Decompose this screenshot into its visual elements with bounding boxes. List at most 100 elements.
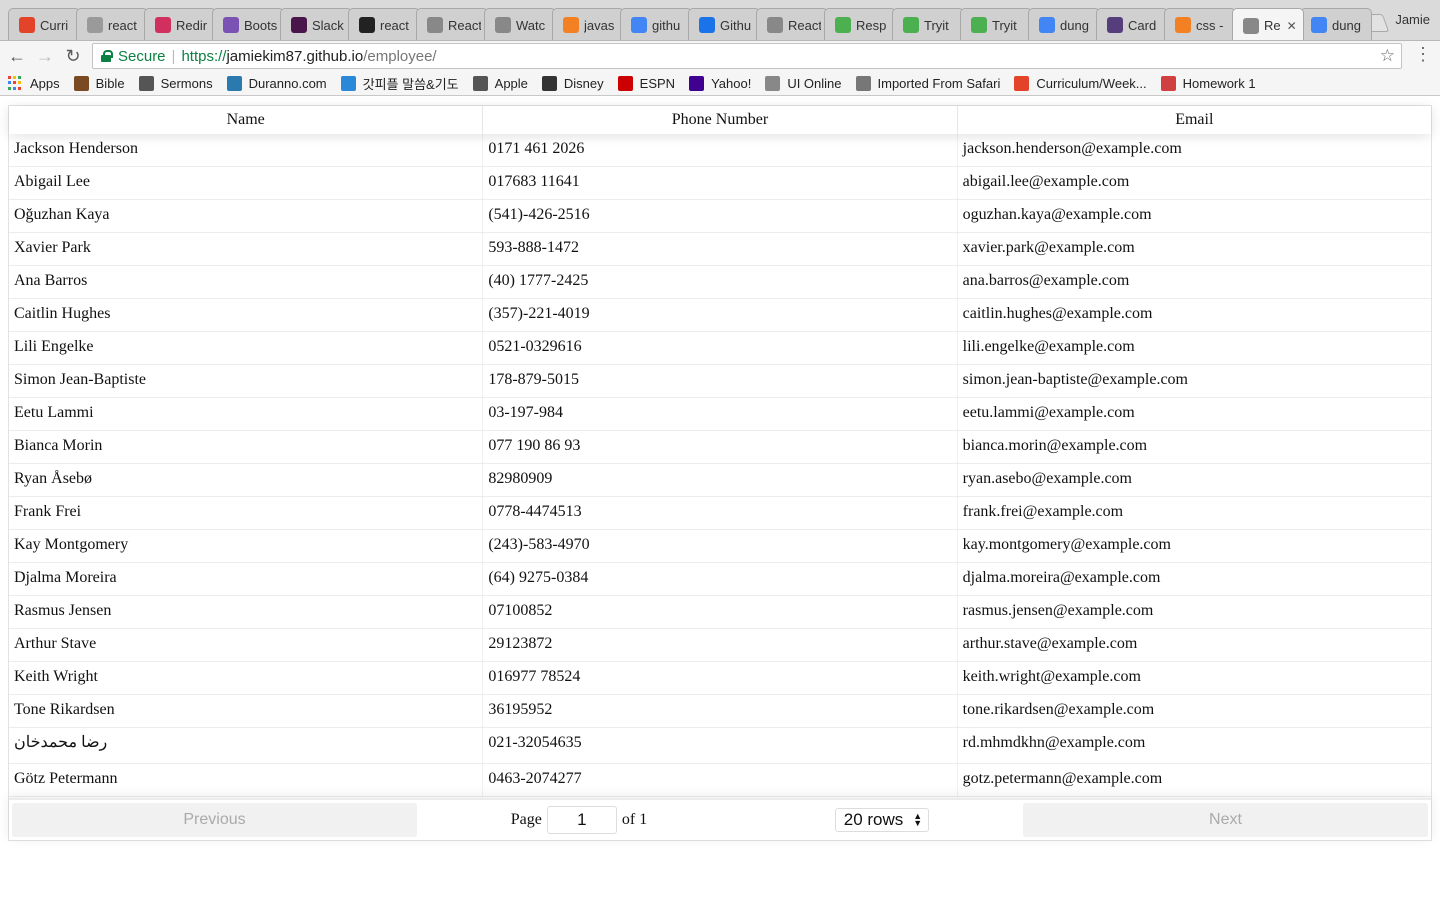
table-row[interactable]: Tone Rikardsen 36195952 tone.rikardsen@exa… [9,695,1431,728]
phone-cell: 016977 78524 [483,662,958,694]
bookmark-label: Apps [30,75,60,91]
bookmark-item[interactable]: Duranno.com [226,75,327,91]
table-row[interactable]: رضا محمدخان 021-32054635 rd.mhmdkhn@exampl… [9,728,1431,764]
table-row[interactable]: Arthur Stave 29123872 arthur.stave@example… [9,629,1431,662]
browser-tab[interactable]: Card [1096,8,1168,40]
forward-arrow-icon[interactable]: → [34,45,56,67]
email-cell: tone.rikardsen@example.com [962,701,1155,718]
bookmark-item[interactable]: Disney [541,75,604,91]
secure-label: Secure [118,47,166,65]
table-row[interactable]: Simon Jean-Baptiste 178-879-5015 simon.jea… [9,365,1431,398]
browser-tab[interactable]: Curri [8,8,80,40]
tab-label: Watc [516,17,546,33]
column-header-email[interactable]: Email [958,106,1431,134]
name-cell: Ana Barros [9,266,484,298]
email-cell: djalma.moreira@example.com [962,569,1161,586]
pagination-bar: Previous Page 1 of 1 20 rows ▲ ▼ Next [9,798,1431,840]
table-row[interactable]: Bianca Morin 077 190 86 93 bianca.morin@ex… [9,431,1431,464]
close-tab-icon[interactable]: ✕ [1287,19,1297,33]
name-cell: Oğuzhan Kaya [9,200,484,232]
browser-tab[interactable]: React [756,8,828,40]
bookmark-item[interactable]: UI Online [765,75,842,91]
browser-tab[interactable]: Tryit [892,8,964,40]
profile-button[interactable]: Jamie [1395,12,1430,27]
book-icon [73,75,89,91]
browser-menu-icon[interactable]: ⋮ [1414,44,1432,65]
table-row[interactable]: Ana Barros (40) 1777-2425 ana.barros@examp… [9,266,1431,299]
browser-tab-strip: Jamie Curri react Redir Boots Slack react Reac… [0,0,1440,41]
browser-tab[interactable]: Watc [484,8,556,40]
column-header-phone[interactable]: Phone Number [483,106,958,134]
bookmark-star-icon[interactable]: ☆ [1380,46,1395,66]
column-header-name[interactable]: Name [9,106,484,134]
table-row[interactable]: Oğuzhan Kaya (541)-426-2516 oguzhan.kaya@e… [9,200,1431,233]
browser-tab[interactable]: Resp [824,8,896,40]
yahoo-icon [689,75,705,91]
browser-tab[interactable]: React [416,8,488,40]
table-row[interactable]: Frank Frei 0778-4474513 frank.frei@example… [9,497,1431,530]
bookmark-item[interactable]: Apps [8,76,60,91]
table-row[interactable]: Götz Petermann 0463-2074277 gotz.petermann… [9,764,1431,797]
bookmark-item[interactable]: Bible [73,75,125,91]
browser-tab[interactable]: Re ✕ [1232,8,1304,40]
tab-label: react [380,17,409,33]
browser-tab[interactable]: dung [1028,8,1100,40]
email-cell: rd.mhmdkhn@example.com [962,734,1146,751]
table-row[interactable]: Eetu Lammi 03-197-984 eetu.lammi@example.c… [9,398,1431,431]
bookmark-item[interactable]: Sermons [138,75,213,91]
table-row[interactable]: Lili Engelke 0521-0329616 lili.engelke@exa… [9,332,1431,365]
table-row[interactable]: Jackson Henderson 0171 461 2026 jackson.he… [9,134,1431,167]
bookmark-item[interactable]: ESPN [617,75,676,91]
table-row[interactable]: Keith Wright 016977 78524 keith.wright@exa… [9,662,1431,695]
browser-tab[interactable]: Githu [688,8,760,40]
next-button[interactable]: Next [1023,803,1428,837]
email-cell: jackson.henderson@example.com [962,140,1182,157]
table-header: Name Phone Number Email [9,106,1431,134]
table-row[interactable]: Xavier Park 593-888-1472 xavier.park@examp… [9,233,1431,266]
address-bar[interactable]: Secure | https:// jamiekim87.github.io /… [92,43,1402,69]
page-number-input[interactable]: 1 [546,806,617,834]
browser-tab[interactable]: dung [1300,8,1372,40]
bookmark-item[interactable]: Apple [472,75,528,91]
bookmark-item[interactable]: Homework 1 [1160,75,1256,91]
tab-label: react [108,17,137,33]
tab-label: javas [584,17,615,33]
browser-tab[interactable]: githu [620,8,692,40]
browser-tab[interactable]: Slack [280,8,352,40]
bookmark-item[interactable]: Yahoo! [689,75,751,91]
bookmark-label: ESPN [639,75,676,91]
table-row[interactable]: Djalma Moreira (64) 9275-0384 djalma.morei… [9,563,1431,596]
bookmark-item[interactable]: Imported From Safari [855,75,1000,91]
back-arrow-icon[interactable]: ← [6,45,28,67]
email-cell: eetu.lammi@example.com [962,404,1135,421]
google-icon [1311,17,1327,33]
bookmark-label: Disney [563,75,604,91]
previous-button[interactable]: Previous [12,803,417,837]
browser-tab[interactable]: Redir [144,8,216,40]
browser-tab[interactable]: Tryit [960,8,1032,40]
bookmark-item[interactable]: Curriculum/Week... [1014,75,1147,91]
table-row[interactable]: Ryan Åsebø 82980909 ryan.asebo@example.com [9,464,1431,497]
table-row[interactable]: Kay Montgomery (243)-583-4970 kay.montgome… [9,530,1431,563]
browser-tab[interactable]: css - [1164,8,1236,40]
disney-icon [541,75,557,91]
omnibox-separator: | [171,47,176,65]
browser-tab[interactable]: javas [552,8,624,40]
phone-cell: 0171 461 2026 [483,134,958,166]
rows-per-page-select[interactable]: 20 rows ▲ ▼ [834,808,930,832]
w3schools-icon [971,17,987,33]
tab-label: Githu [720,17,752,33]
browser-tab[interactable]: react [76,8,148,40]
email-cell: caitlin.hughes@example.com [962,305,1153,322]
browser-tab[interactable]: Boots [212,8,284,40]
table-row[interactable]: Rasmus Jensen 07100852 rasmus.jensen@examp… [9,596,1431,629]
homework-icon [1160,75,1176,91]
gitlab-icon [19,17,35,33]
browser-tab[interactable]: react [348,8,420,40]
bookmark-label: Sermons [160,75,213,91]
table-row[interactable]: Caitlin Hughes (357)-221-4019 caitlin.hugh… [9,299,1431,332]
bookmark-item[interactable]: 갓피플 말씀&기도 [340,74,459,93]
table-row[interactable]: Abigail Lee 017683 11641 abigail.lee@examp… [9,167,1431,200]
tab-label: Redir [176,17,208,33]
reload-icon[interactable]: ↻ [62,45,84,67]
